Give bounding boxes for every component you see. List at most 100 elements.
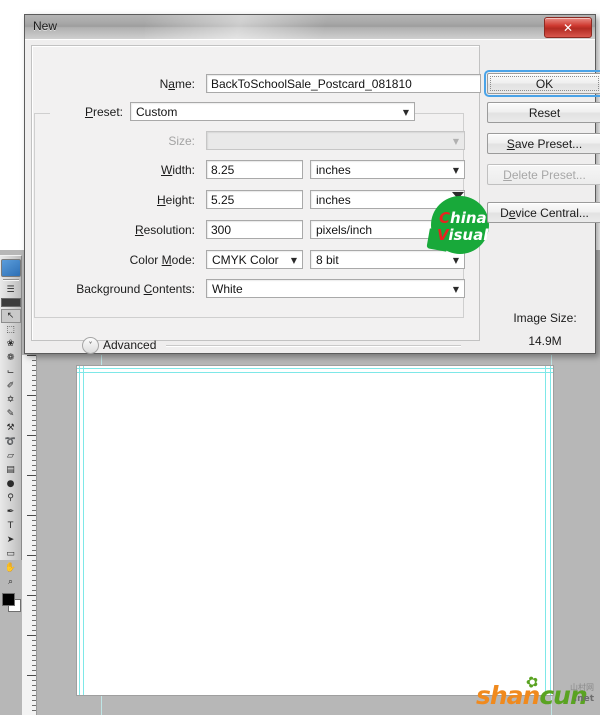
height-input[interactable]: 5.25 (206, 190, 303, 209)
color-mode-dropdown[interactable]: CMYK Color ▼ (206, 250, 303, 269)
ruler-tick (32, 685, 36, 686)
marquee-tool[interactable]: ⬚ (1, 323, 21, 337)
tools-palette[interactable]: ☰ ↖ ⬚ ❀ ❁ ⌙ ✐ ✡ ✎ ⚒ ➰ ▱ ▤ ● ⚲ ✒ T ➤ ▭ ✋ ⌕ (0, 255, 22, 612)
height-unit-value: inches (316, 193, 351, 207)
color-swatches[interactable] (1, 592, 21, 612)
advanced-label[interactable]: Advanced (103, 338, 156, 352)
preset-dropdown-value: Custom (136, 105, 178, 119)
width-unit-dropdown[interactable]: inches ▼ (310, 160, 465, 179)
move-tool[interactable]: ↖ (0, 309, 21, 323)
ruler-tick (32, 470, 36, 471)
color-depth-value: 8 bit (316, 253, 339, 267)
ruler-tick (32, 480, 36, 481)
watermark-tld: .net (573, 694, 594, 704)
hand-tool[interactable]: ✋ (1, 561, 21, 575)
save-preset-button[interactable]: Save Preset... (487, 133, 600, 154)
chevron-down-icon: ▼ (452, 137, 459, 146)
ruler-tick (32, 610, 36, 611)
image-size-value: 14.9M (528, 334, 562, 348)
ruler-tick (32, 375, 36, 376)
background-contents-dropdown[interactable]: White ▼ (206, 279, 465, 298)
device-central-button[interactable]: Device Central... (487, 202, 600, 223)
dialog-title: New (33, 19, 58, 33)
chevron-down-icon: ▼ (290, 256, 297, 265)
ruler-tick (32, 510, 36, 511)
lasso-tool[interactable]: ❀ (1, 337, 21, 351)
watermark-brand-part1: shan (476, 681, 540, 710)
dodge-tool[interactable]: ⚲ (1, 491, 21, 505)
ruler-tick (32, 565, 36, 566)
ruler-tick (32, 600, 36, 601)
name-label: Name: (159, 77, 195, 91)
ruler-tick (32, 625, 36, 626)
crop-tool[interactable]: ⌙ (1, 365, 21, 379)
history-brush-tool[interactable]: ➰ (1, 435, 21, 449)
ruler-tick (27, 475, 36, 476)
ruler-tick (32, 570, 36, 571)
resolution-input[interactable]: 300 (206, 220, 303, 239)
ruler-tick (27, 435, 36, 436)
delete-preset-button-label: Delete Preset... (503, 167, 586, 182)
ruler-tick (32, 490, 36, 491)
document-canvas[interactable] (77, 366, 553, 695)
dialog-body: Name: BackToSchoolSale_Postcard_081810 P… (25, 39, 600, 354)
foreground-color-swatch[interactable] (1, 593, 15, 606)
ruler-tick (32, 690, 36, 691)
ruler-tick (32, 700, 36, 701)
delete-preset-button: Delete Preset... (487, 164, 600, 185)
chevron-down-icon: ▼ (452, 166, 459, 175)
ruler-tick (32, 495, 36, 496)
reset-button[interactable]: Reset (487, 102, 600, 123)
ruler-tick (32, 360, 36, 361)
zoom-tool[interactable]: ⌕ (1, 575, 21, 589)
type-tool[interactable]: T (1, 519, 21, 533)
ruler-tick (32, 525, 36, 526)
eraser-tool[interactable]: ▱ (1, 449, 21, 463)
watermark-shancun: ✿ shancun 山村网 .net (474, 671, 596, 712)
ruler-tick (32, 580, 36, 581)
ruler-tick (32, 650, 36, 651)
preset-label: Preset: (84, 105, 123, 119)
device-central-button-label: Device Central... (500, 205, 589, 220)
ruler-tick (32, 545, 36, 546)
chevron-down-icon: ▼ (452, 285, 459, 294)
ok-button[interactable]: OK (484, 70, 600, 97)
ruler-tick (32, 680, 36, 681)
path-selection-tool[interactable]: ➤ (1, 533, 21, 547)
ruler-tick (32, 660, 36, 661)
guide-horizontal-top (77, 368, 553, 369)
width-input[interactable]: 8.25 (206, 160, 303, 179)
shape-tool[interactable]: ▭ (1, 547, 21, 561)
dialog-titlebar[interactable]: New ✕ (25, 15, 595, 40)
preset-dropdown[interactable]: Custom ▼ (130, 102, 415, 121)
gradient-tool[interactable]: ▤ (1, 463, 21, 477)
ruler-tick (32, 380, 36, 381)
ruler-tick (32, 640, 36, 641)
close-icon[interactable]: ✕ (544, 17, 592, 38)
ruler-tick (32, 540, 36, 541)
ruler-tick (32, 405, 36, 406)
color-mode-label: Color Mode: (129, 253, 195, 267)
ruler-tick (32, 590, 36, 591)
ruler-tick (32, 585, 36, 586)
size-dropdown: ▼ (206, 131, 465, 150)
guide-horizontal-top-bleed (77, 372, 553, 373)
ruler-tick (32, 620, 36, 621)
healing-brush-tool[interactable]: ✡ (1, 393, 21, 407)
blur-tool[interactable]: ● (1, 477, 21, 491)
titlebar-gloss (145, 15, 355, 39)
size-label: Size: (168, 134, 195, 148)
pen-tool[interactable]: ✒ (1, 505, 21, 519)
advanced-disclosure-icon[interactable]: ˅ (82, 337, 99, 354)
guide-vertical-right-bleed (545, 366, 546, 695)
clone-stamp-tool[interactable]: ⚒ (1, 421, 21, 435)
quick-select-tool[interactable]: ❁ (1, 351, 21, 365)
guide-vertical-left (79, 366, 80, 695)
name-input[interactable]: BackToSchoolSale_Postcard_081810 (206, 74, 481, 93)
brush-tool[interactable]: ✎ (1, 407, 21, 421)
toolbar-handle-icon[interactable]: ☰ (1, 283, 21, 297)
ruler-tick (32, 385, 36, 386)
ruler-tick (32, 410, 36, 411)
ruler-tick (27, 675, 36, 676)
eyedropper-tool[interactable]: ✐ (1, 379, 21, 393)
